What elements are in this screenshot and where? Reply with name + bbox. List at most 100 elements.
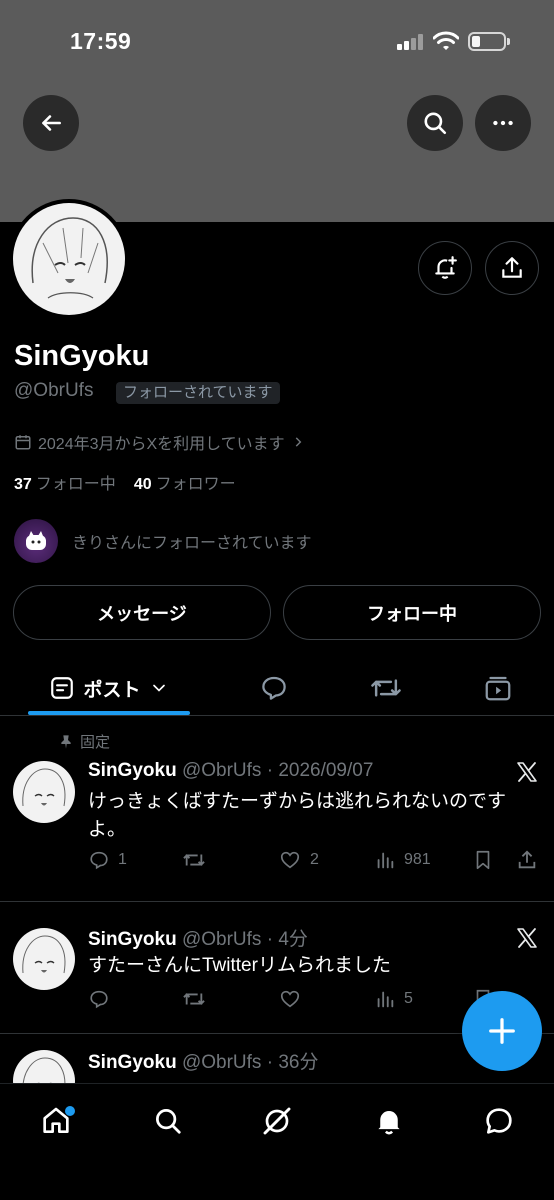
repost-action[interactable] bbox=[182, 849, 206, 871]
tweet-text: すたーさんにTwitterリムられました bbox=[88, 955, 391, 976]
views-icon bbox=[377, 852, 394, 869]
search-icon bbox=[424, 112, 447, 135]
arrow-left-icon bbox=[42, 115, 61, 131]
reply-action[interactable] bbox=[88, 988, 110, 1010]
followers-link[interactable]: 40 フォロワー bbox=[134, 470, 236, 494]
followed-by-text: きりさんにフォローされています bbox=[72, 535, 312, 552]
tweet-actions: 1 2 981 bbox=[88, 849, 544, 879]
message-button[interactable]: メッセージ bbox=[13, 585, 271, 640]
bookmark-icon bbox=[476, 850, 490, 870]
bottom-nav bbox=[0, 1083, 554, 1200]
display-name: SinGyoku bbox=[14, 340, 150, 372]
repost-icon bbox=[183, 993, 205, 1005]
follows-you-badge: フォローされています bbox=[116, 382, 280, 404]
tab-posts[interactable]: ポスト bbox=[28, 660, 190, 716]
posts-icon bbox=[51, 677, 74, 699]
tweet-meta: @ObrUfs · 36分 bbox=[181, 1052, 319, 1073]
nav-search[interactable] bbox=[148, 1101, 188, 1141]
calendar-icon bbox=[15, 435, 31, 450]
message-icon bbox=[486, 1108, 512, 1134]
followed-by[interactable]: きりさんにフォローされています bbox=[14, 519, 312, 563]
like-count: 2 bbox=[310, 851, 319, 868]
x-logo-icon[interactable] bbox=[515, 760, 539, 784]
followers-label: フォロワー bbox=[155, 476, 236, 493]
back-button[interactable] bbox=[23, 95, 79, 151]
x-logo-icon[interactable] bbox=[515, 926, 539, 950]
share-button[interactable] bbox=[485, 241, 539, 295]
tweet-meta: @ObrUfs · 4分 bbox=[181, 929, 308, 950]
following-label: フォロー中 bbox=[35, 476, 116, 493]
media-icon bbox=[485, 676, 511, 701]
views-icon bbox=[377, 991, 394, 1008]
battery-icon bbox=[468, 32, 506, 51]
share-icon bbox=[518, 850, 536, 869]
tweet-avatar[interactable] bbox=[13, 928, 75, 990]
tweet-header: SinGyoku @ObrUfs · 36分 bbox=[88, 1047, 318, 1074]
share-action[interactable] bbox=[516, 849, 538, 871]
bell-plus-icon bbox=[435, 256, 457, 279]
more-button[interactable] bbox=[475, 95, 531, 151]
nav-messages[interactable] bbox=[479, 1101, 519, 1141]
heart-icon bbox=[280, 851, 300, 869]
following-button[interactable]: フォロー中 bbox=[283, 585, 541, 640]
tweet-author-name[interactable]: SinGyoku bbox=[88, 929, 177, 950]
tab-media[interactable] bbox=[470, 660, 526, 716]
follower-avatar bbox=[14, 519, 58, 563]
tab-posts-label: ポスト bbox=[83, 679, 141, 701]
tweet-header: SinGyoku @ObrUfs · 4分 bbox=[88, 924, 308, 951]
tweet-item[interactable]: SinGyoku @ObrUfs · 2026/09/07 けっきょくばすたーず… bbox=[0, 716, 554, 902]
view-count: 981 bbox=[404, 851, 431, 868]
grok-icon bbox=[263, 1107, 291, 1135]
status-bar: 17:59 bbox=[0, 0, 554, 80]
bell-icon bbox=[378, 1111, 400, 1135]
reply-icon bbox=[90, 851, 108, 870]
profile-avatar[interactable] bbox=[9, 199, 129, 319]
tab-reposts[interactable] bbox=[358, 660, 414, 716]
like-action[interactable] bbox=[278, 988, 302, 1010]
joined-text: 2024年3月からXを利用しています bbox=[38, 436, 285, 453]
repost-icon bbox=[371, 679, 401, 697]
search-button[interactable] bbox=[407, 95, 463, 151]
views-action[interactable]: 981 bbox=[374, 849, 431, 871]
joined-date[interactable]: 2024年3月からXを利用しています bbox=[14, 430, 305, 454]
tab-active-indicator bbox=[28, 711, 190, 715]
nav-grok[interactable] bbox=[257, 1101, 297, 1141]
heart-icon bbox=[280, 990, 300, 1008]
notify-button[interactable] bbox=[418, 241, 472, 295]
share-icon bbox=[502, 257, 522, 278]
tweet-text: けっきょくばすたーずからは逃れられないのですよ。 bbox=[88, 791, 507, 840]
follow-stats: 37 フォロー中 40 フォロワー bbox=[14, 470, 236, 494]
bookmark-action[interactable] bbox=[472, 849, 494, 871]
compose-button[interactable] bbox=[462, 991, 542, 1071]
views-action[interactable]: 5 bbox=[374, 988, 413, 1010]
handle: @ObrUfs bbox=[14, 380, 94, 401]
tweet-author-name[interactable]: SinGyoku bbox=[88, 760, 177, 781]
search-icon bbox=[156, 1109, 181, 1134]
reply-action[interactable]: 1 bbox=[88, 849, 127, 871]
tweet-author-name[interactable]: SinGyoku bbox=[88, 1052, 177, 1073]
status-time: 17:59 bbox=[70, 28, 132, 54]
more-icon bbox=[493, 120, 513, 126]
signal-icon bbox=[397, 34, 425, 50]
repost-action[interactable] bbox=[182, 988, 206, 1010]
nav-notifications[interactable] bbox=[369, 1101, 409, 1141]
repost-icon bbox=[183, 854, 205, 866]
home-notification-dot bbox=[65, 1106, 75, 1116]
tweet-avatar[interactable] bbox=[13, 761, 75, 823]
wifi-icon bbox=[433, 31, 459, 50]
profile-tabs: ポスト bbox=[0, 660, 554, 716]
reply-bubble-icon bbox=[262, 676, 286, 700]
followers-count: 40 bbox=[133, 476, 152, 493]
following-count: 37 bbox=[14, 476, 32, 493]
like-action[interactable]: 2 bbox=[278, 849, 319, 871]
following-link[interactable]: 37 フォロー中 bbox=[14, 470, 116, 494]
chevron-down-icon bbox=[152, 684, 165, 692]
tweet-header: SinGyoku @ObrUfs · 2026/09/07 bbox=[88, 760, 373, 782]
plus-icon bbox=[489, 1018, 515, 1044]
nav-home[interactable] bbox=[36, 1101, 76, 1141]
tab-replies[interactable] bbox=[246, 660, 302, 716]
reply-icon bbox=[90, 990, 108, 1009]
avatar-drawing bbox=[31, 217, 108, 299]
view-count: 5 bbox=[404, 990, 413, 1007]
reply-count: 1 bbox=[118, 851, 127, 868]
